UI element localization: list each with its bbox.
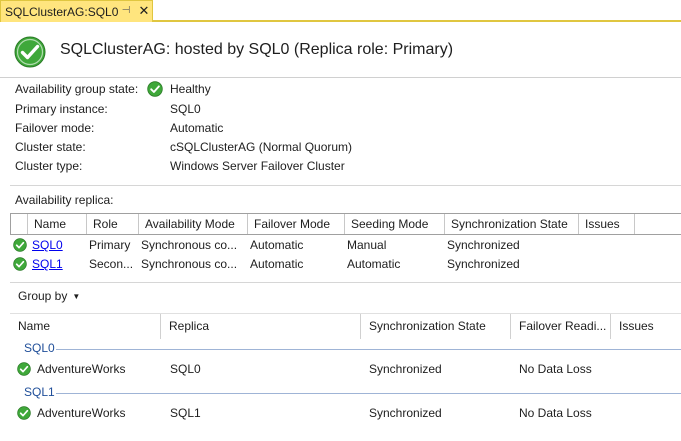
property-label: Failover mode: [15, 121, 95, 135]
close-icon[interactable]: ✕ [137, 4, 151, 18]
group-by-label: Group by [18, 289, 68, 303]
grid-header: Name Role Availability Mode Failover Mod… [10, 213, 681, 235]
chevron-down-icon: ▼ [72, 292, 81, 302]
replica-role: Secon... [89, 257, 134, 271]
column-header-failover-mode[interactable]: Failover Mode [248, 214, 345, 234]
column-header-name[interactable]: Name [28, 214, 87, 234]
green-check-icon [147, 81, 163, 97]
column-header-seeding-mode[interactable]: Seeding Mode [345, 214, 445, 234]
pin-icon[interactable]: ⊣ [120, 5, 132, 17]
database-name: AdventureWorks [37, 362, 126, 376]
green-check-icon [17, 362, 31, 376]
replica-availability-mode: Synchronous co... [141, 257, 238, 271]
list-item[interactable]: AdventureWorks SQL1 Synchronized No Data… [10, 403, 681, 423]
page-title: SQLClusterAG: hosted by SQL0 (Replica ro… [60, 41, 454, 58]
replica-issues [575, 236, 635, 255]
column-header-db-name[interactable]: Name [10, 314, 161, 339]
group-divider [56, 393, 681, 394]
column-header-availability-mode[interactable]: Availability Mode [139, 214, 248, 234]
table-row[interactable]: SQL0 Primary Synchronous co... Automatic… [10, 236, 681, 255]
replica-sync-state: Synchronized [447, 238, 520, 252]
document-tab-strip: SQLClusterAG:SQL0 ⊣ ✕ [0, 0, 681, 22]
green-check-icon [17, 406, 31, 420]
section-divider [10, 282, 681, 283]
replica-link-sql1[interactable]: SQL1 [26, 255, 87, 274]
database-name: AdventureWorks [37, 406, 126, 420]
replica-failover-mode: Automatic [250, 257, 304, 271]
column-header-status[interactable] [10, 214, 28, 234]
replica-availability-mode: Synchronous co... [141, 238, 238, 252]
property-value: SQL0 [170, 102, 201, 116]
availability-replica-label: Availability replica: [15, 193, 114, 207]
replica-link-sql0[interactable]: SQL0 [26, 236, 87, 255]
database-failover-readiness: No Data Loss [519, 362, 592, 376]
column-header-role[interactable]: Role [87, 214, 139, 234]
database-replica: SQL0 [170, 362, 201, 376]
column-header-issues[interactable]: Issues [579, 214, 635, 234]
replica-sync-state: Synchronized [447, 257, 520, 271]
replica-seeding-mode: Manual [347, 238, 387, 252]
property-value: Automatic [170, 121, 224, 135]
database-issues [619, 359, 679, 379]
green-check-icon [13, 257, 27, 271]
property-label: Primary instance: [15, 102, 108, 116]
tab-sqlclusterag-sql0[interactable]: SQLClusterAG:SQL0 ⊣ ✕ [0, 0, 153, 22]
group-header-sql0[interactable]: SQL0 [24, 341, 55, 355]
database-sync-state: Synchronized [369, 362, 442, 376]
replica-issues [575, 255, 635, 274]
database-list-header: Name Replica Synchronization State Failo… [10, 313, 681, 339]
database-sync-state: Synchronized [369, 406, 442, 420]
dashboard-header: SQLClusterAG: hosted by SQL0 (Replica ro… [0, 24, 681, 78]
section-divider [10, 185, 681, 186]
property-label: Availability group state: [15, 82, 139, 96]
group-by-dropdown[interactable]: Group by ▼ [18, 289, 80, 303]
database-replica: SQL1 [170, 406, 201, 420]
property-value: cSQLClusterAG (Normal Quorum) [170, 140, 353, 154]
database-failover-readiness: No Data Loss [519, 406, 592, 420]
table-row[interactable]: SQL1 Secon... Synchronous co... Automati… [10, 255, 681, 274]
replica-role: Primary [89, 238, 131, 252]
group-header-sql1[interactable]: SQL1 [24, 385, 55, 399]
column-header-synchronization-state[interactable]: Synchronization State [445, 214, 579, 234]
list-item[interactable]: AdventureWorks SQL0 Synchronized No Data… [10, 359, 681, 379]
tab-title: SQLClusterAG:SQL0 [5, 4, 119, 19]
property-value: Healthy [170, 82, 211, 96]
column-header-failover-readiness[interactable]: Failover Readi... [511, 314, 611, 339]
column-header-db-issues[interactable]: Issues [611, 314, 681, 339]
property-label: Cluster state: [15, 140, 86, 154]
property-label: Cluster type: [15, 159, 83, 173]
property-value: Windows Server Failover Cluster [170, 159, 345, 173]
column-header-db-sync-state[interactable]: Synchronization State [361, 314, 511, 339]
column-header-replica[interactable]: Replica [161, 314, 361, 339]
database-issues [619, 403, 679, 423]
replica-failover-mode: Automatic [250, 238, 304, 252]
group-divider [56, 349, 681, 350]
green-check-icon [14, 36, 46, 68]
replica-seeding-mode: Automatic [347, 257, 401, 271]
green-check-icon [13, 238, 27, 252]
